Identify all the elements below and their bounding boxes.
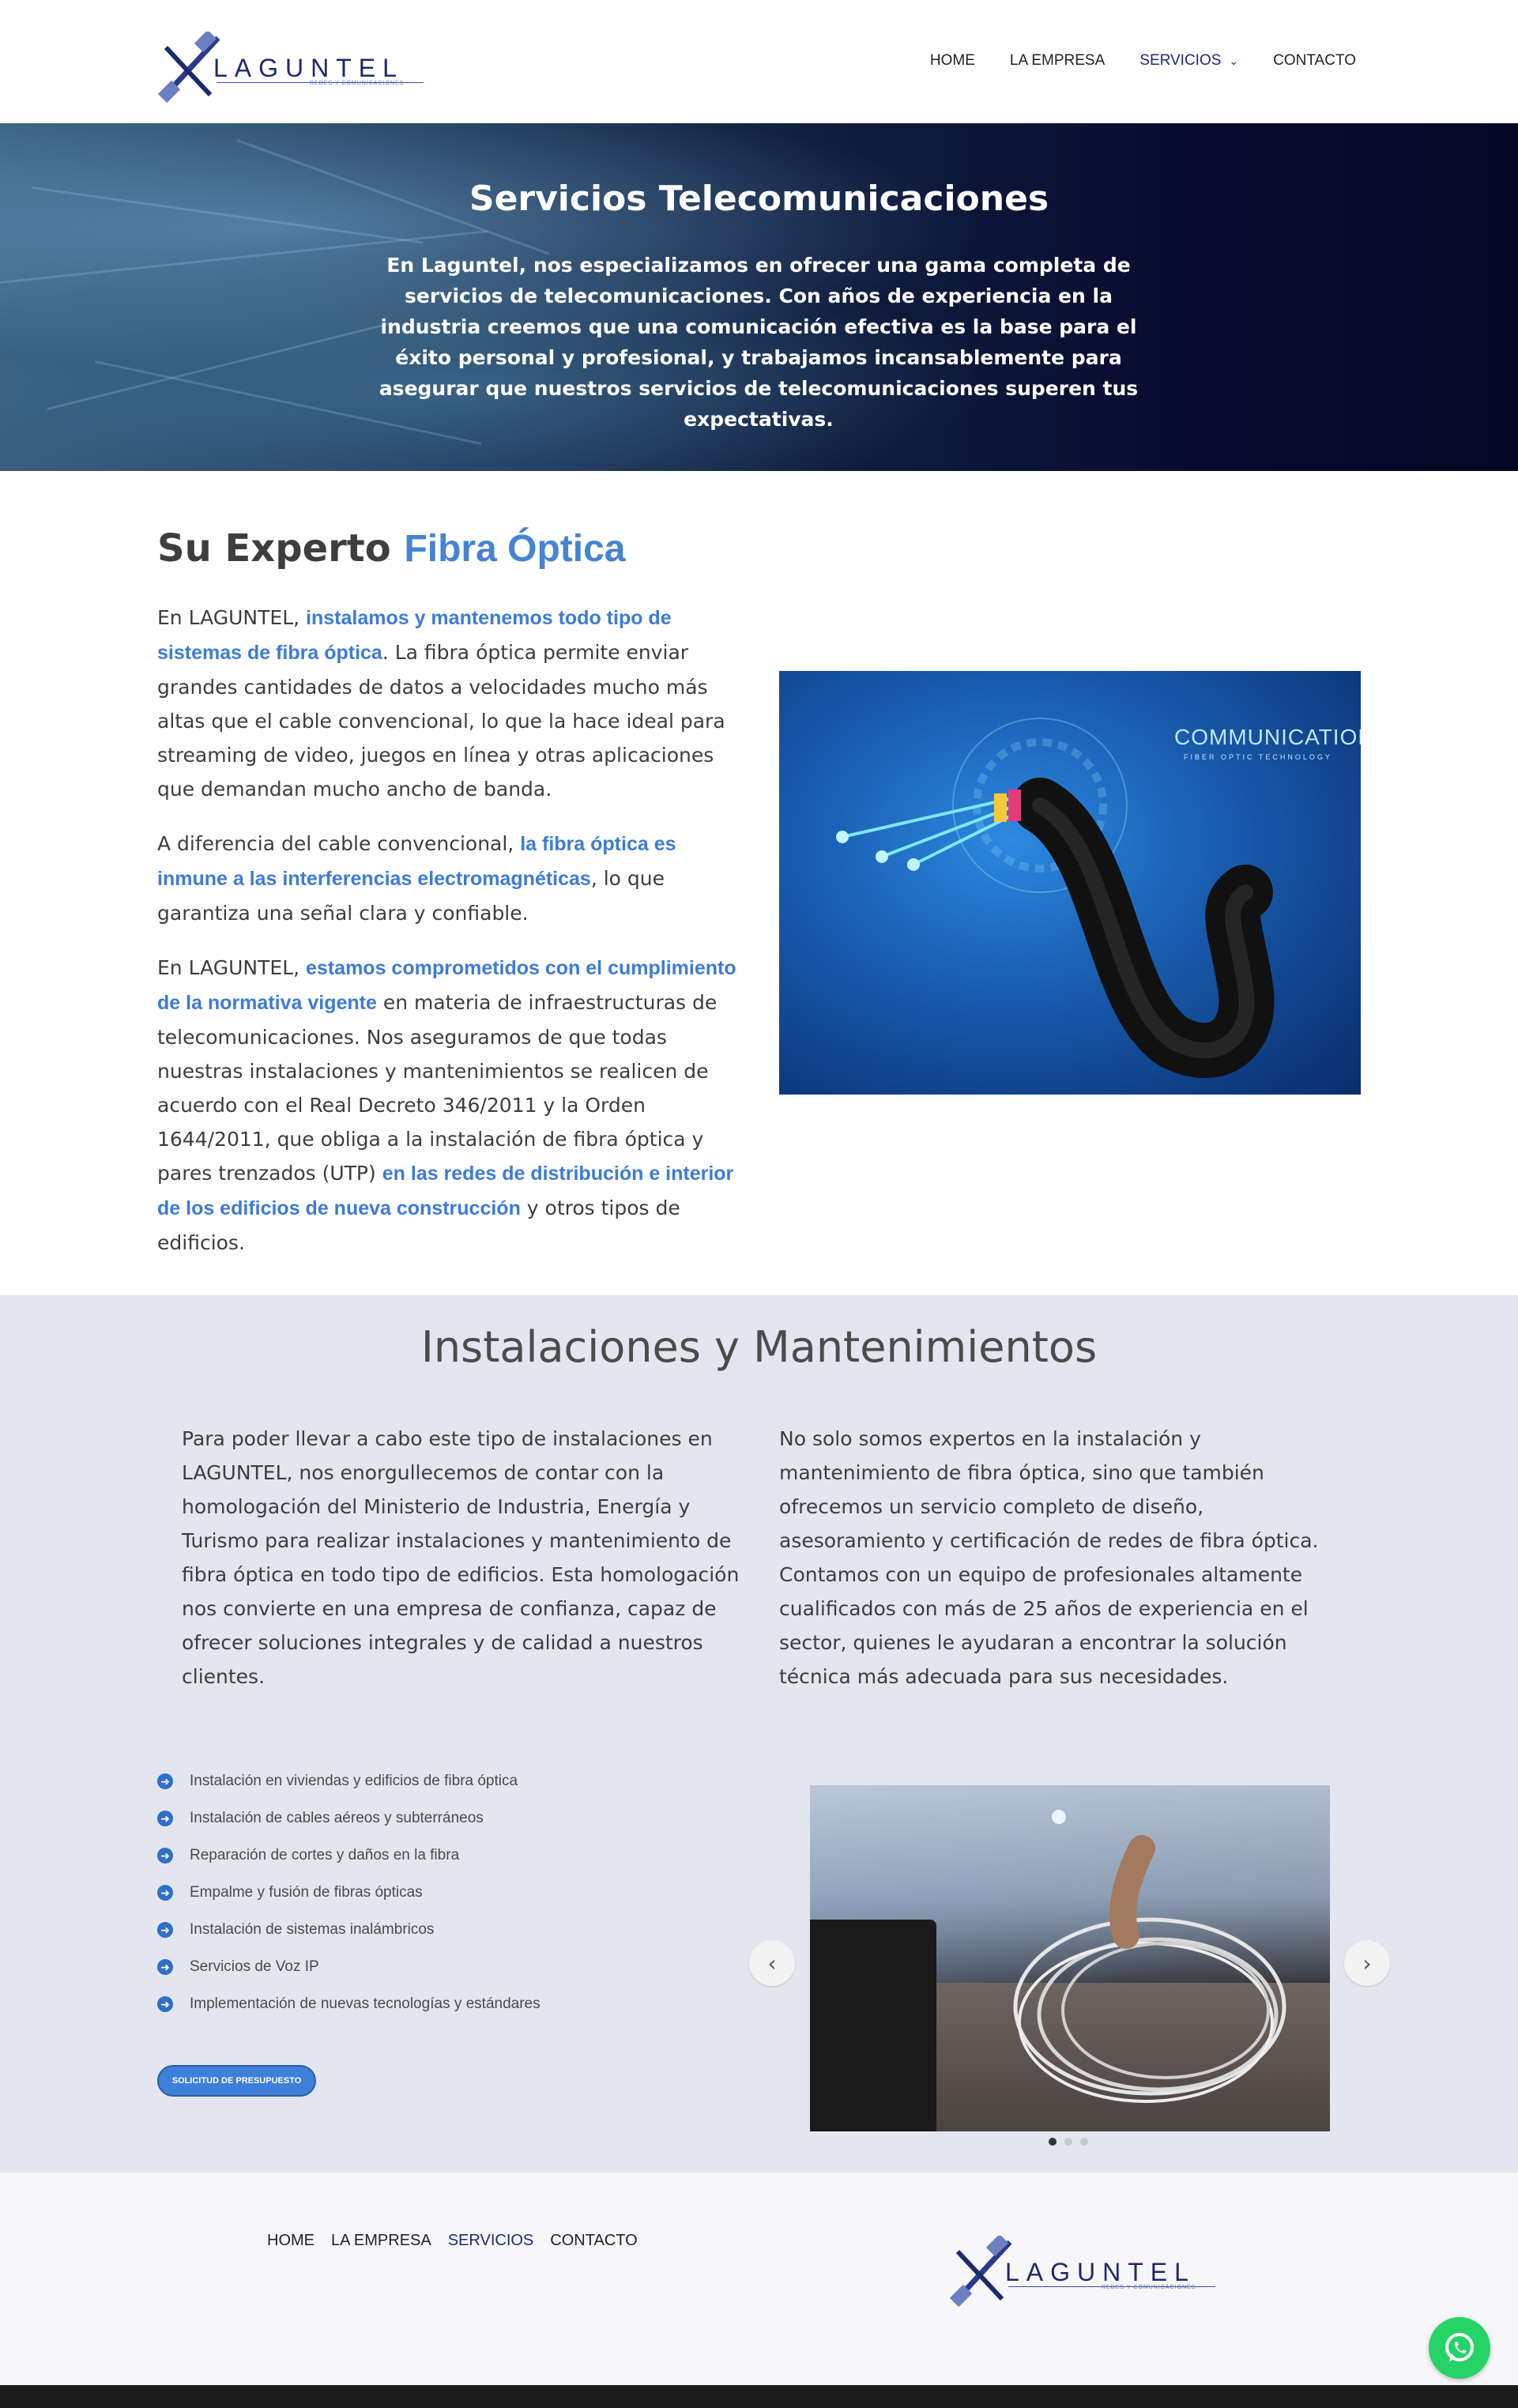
footer-nav-contacto[interactable]: CONTACTO [550,2232,637,2250]
arrow-circle-icon: ➜ [157,1810,173,1826]
footer-nav-home[interactable]: HOME [267,2232,315,2250]
fibra-title-b: Fibra Óptica [404,528,626,570]
chevron-down-icon: ⌄ [1229,54,1239,67]
comm-image-subtitle: FIBER OPTIC TECHNOLOGY [1184,753,1332,761]
footer-logo-tagline: REDES Y COMUNICACIONES [1102,2285,1196,2290]
hero-banner: Servicios Telecomunicaciones En Laguntel… [0,123,1518,471]
site-header: LAGUNTEL REDES Y COMUNICACIONES HOME LA … [0,0,1518,123]
p1-a: En LAGUNTEL, [157,606,300,629]
list-item: ➜ Servicios de Voz IP [157,1948,541,1985]
nav-home[interactable]: HOME [930,52,975,70]
nav-home-label: HOME [929,52,975,69]
list-item: ➜ Instalación en viviendas y edificios de… [157,1762,541,1799]
arrow-circle-icon: ➜ [157,1958,173,1975]
list-item-label: Instalación de cables aéreos y subterrán… [190,1809,484,1826]
logo-wordmark: LAGUNTEL [213,54,404,82]
arrow-circle-icon: ➜ [157,1884,173,1901]
list-item: ➜ Empalme y fusión de fibras ópticas [157,1874,541,1911]
instalaciones-right-text: No solo somos expertos en la instalación… [779,1427,1319,1688]
list-item: ➜ Instalación de cables aéreos y subterrá… [157,1799,541,1837]
p3-b: en materia de infraestructuras de teleco… [157,991,718,1185]
nav-servicios[interactable]: SERVICIOS ⌄ [1139,52,1238,70]
services-list: ➜ Instalación en viviendas y edificios de… [157,1762,541,2022]
cable-coil-illustration [1013,1810,1286,2103]
hero-text: En Laguntel, nos especializamos en ofrec… [379,254,1139,431]
list-item-label: Servicios de Voz IP [190,1958,319,1975]
chevron-left-icon: ‹ [767,1950,777,1977]
bottom-bar [0,2385,1518,2408]
slider-dots [1049,2138,1088,2146]
list-item: ➜ Implementación de nuevas tecnologías y … [157,1985,541,2022]
instalaciones-title: Instalaciones y Mantenimientos [420,1322,1098,1372]
fibra-section: Su Experto Fibra Óptica En LAGUNTEL, ins… [0,471,1518,1295]
list-item-label: Instalación de sistemas inalámbricos [190,1920,435,1938]
footer-logo[interactable]: LAGUNTEL REDES Y COMUNICACIONES [947,2236,1215,2308]
slider-dot[interactable] [1064,2138,1072,2146]
fibra-text: En LAGUNTEL, instalamos y mantenemos tod… [157,601,742,1280]
list-item-label: Instalación en viviendas y edificios de … [190,1772,518,1789]
main-nav: HOME LA EMPRESA SERVICIOS ⌄ CONTACTO [895,52,1356,70]
list-item-label: Implementación de nuevas tecnologías y e… [190,1995,541,2012]
instalaciones-section: Instalaciones y Mantenimientos Para pode… [0,1295,1518,2172]
whatsapp-icon [1445,2333,1474,2361]
hero-title: Servicios Telecomunicaciones [469,179,1049,219]
slider-dot[interactable] [1049,2138,1057,2146]
arrow-circle-icon: ➜ [157,1921,173,1938]
list-item-label: Empalme y fusión de fibras ópticas [190,1883,423,1901]
arrow-circle-icon: ➜ [157,1773,173,1789]
p3-a: En LAGUNTEL, [157,956,300,979]
nav-la-empresa-label: LA EMPRESA [1009,52,1106,69]
arrow-circle-icon: ➜ [157,1995,173,2012]
footer-logo-wordmark: LAGUNTEL [1005,2258,1196,2286]
footer-nav: HOME LA EMPRESA SERVICIOS CONTACTO [267,2232,654,2250]
fibra-paragraph-2: A diferencia del cable convencional, la … [157,827,742,930]
instalaciones-left-text: Para poder llevar a cabo este tipo de in… [182,1427,740,1688]
footer-nav-servicios[interactable]: SERVICIOS [448,2232,534,2250]
nav-servicios-label: SERVICIOS [1139,52,1222,69]
logo[interactable]: LAGUNTEL REDES Y COMUNICACIONES [155,32,424,104]
nav-la-empresa[interactable]: LA EMPRESA [1010,52,1105,70]
quote-request-button[interactable]: SOLICITUD DE PRESUPUESTO [157,2065,316,2097]
fiber-optic-image: COMMUNICATION FIBER OPTIC TECHNOLOGY [779,671,1361,1095]
arrow-circle-icon: ➜ [157,1847,173,1863]
slider-image [810,1785,1330,2131]
slider-prev-button[interactable]: ‹ [749,1940,795,1986]
fibra-title: Su Experto Fibra Óptica [157,526,626,571]
p2-a: A diferencia del cable convencional, [157,832,514,855]
list-item: ➜ Instalación de sistemas inalámbricos [157,1911,541,1948]
whatsapp-button[interactable] [1429,2317,1490,2379]
nav-contacto-label: CONTACTO [1273,52,1356,69]
site-footer: HOME LA EMPRESA SERVICIOS CONTACTO LAGUN… [0,2172,1518,2385]
p1-b: . La fibra óptica permite enviar grandes… [157,641,725,801]
chevron-right-icon: › [1362,1950,1372,1977]
footer-nav-la-empresa[interactable]: LA EMPRESA [331,2232,431,2250]
fibra-title-a: Su Experto [157,526,391,571]
logo-tagline: REDES Y COMUNICACIONES [310,81,405,86]
slider-next-button[interactable]: › [1344,1940,1390,1986]
nav-contacto[interactable]: CONTACTO [1273,52,1356,70]
fibra-paragraph-1: En LAGUNTEL, instalamos y mantenemos tod… [157,601,742,806]
list-item: ➜ Reparación de cortes y daños en la fibr… [157,1837,541,1874]
list-item-label: Reparación de cortes y daños en la fibra [190,1846,460,1863]
fibra-paragraph-3: En LAGUNTEL, estamos comprometidos con e… [157,951,742,1260]
slider-dot[interactable] [1080,2138,1088,2146]
comm-image-title: COMMUNICATION [1174,725,1361,749]
